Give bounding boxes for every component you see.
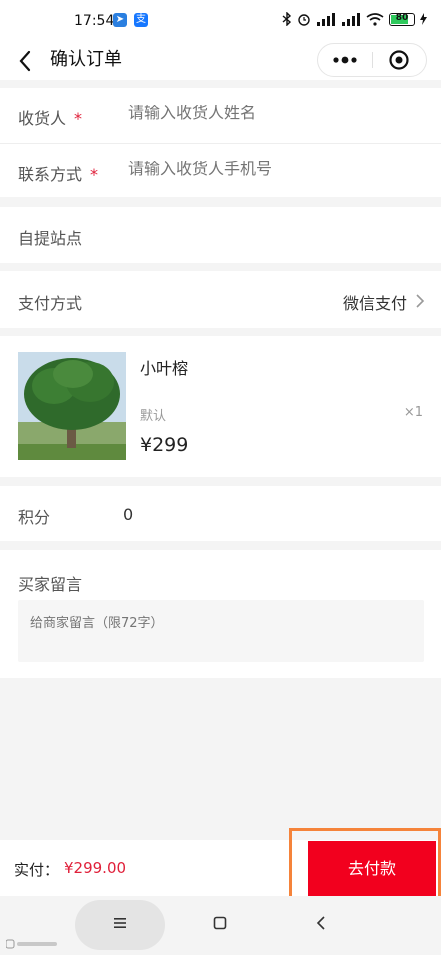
points-label: 积分 xyxy=(18,508,51,527)
battery-icon: 80 xyxy=(389,12,415,26)
wifi-icon xyxy=(366,12,384,26)
receiver-label: 收货人 * xyxy=(18,109,83,128)
total-label: 实付： xyxy=(14,861,60,879)
total-amount: ¥299.00 xyxy=(64,859,127,877)
status-time: 17:54 xyxy=(74,13,115,29)
payment-method-row[interactable]: 支付方式 微信支付 xyxy=(0,271,441,328)
contact-row: 联系方式 * xyxy=(0,143,441,199)
home-icon[interactable] xyxy=(213,916,227,930)
signal-icon-2 xyxy=(342,12,360,26)
status-bar: 17:54 ➤ 支 80 xyxy=(0,0,441,42)
miniprogram-capsule xyxy=(317,43,427,77)
signal-icon xyxy=(317,12,335,26)
product-quantity: ×1 xyxy=(403,405,423,420)
required-mark: * xyxy=(90,165,99,184)
alipay-notification-icon: 支 xyxy=(134,13,148,27)
battery-level: 80 xyxy=(395,12,409,23)
status-icons: 80 xyxy=(282,12,427,26)
charging-icon xyxy=(420,13,427,25)
product-spec: 默认 xyxy=(140,409,167,424)
alarm-icon xyxy=(298,14,310,26)
chevron-right-icon xyxy=(416,294,425,308)
nav-bar: 确认订单 xyxy=(0,42,441,80)
receiver-section: 收货人* 联系方式* xyxy=(0,88,441,197)
product-name: 小叶榕 xyxy=(140,359,189,378)
contact-phone-input[interactable] xyxy=(128,161,418,179)
menu-icon[interactable] xyxy=(113,917,127,929)
back-nav-icon[interactable] xyxy=(316,916,326,930)
receiver-name-input[interactable] xyxy=(128,105,418,123)
product-price: ¥299 xyxy=(140,434,189,456)
required-mark: * xyxy=(74,109,83,128)
product-image[interactable] xyxy=(18,352,126,460)
pay-button[interactable]: 去付款 xyxy=(308,841,436,897)
bluetooth-icon xyxy=(282,12,292,26)
pickup-station-row[interactable]: 自提站点 xyxy=(0,207,441,263)
payment-method-label: 支付方式 xyxy=(18,294,83,313)
pickup-station-label: 自提站点 xyxy=(18,229,83,248)
points-row: 积分 0 xyxy=(0,486,441,541)
app-notification-icon: ➤ xyxy=(113,13,127,27)
contact-label: 联系方式 * xyxy=(18,165,99,184)
close-miniprogram-icon[interactable] xyxy=(372,44,426,76)
more-icon[interactable] xyxy=(318,44,372,76)
receiver-row: 收货人 * xyxy=(0,88,441,144)
buyer-message-input[interactable] xyxy=(18,600,424,662)
buyer-message-label: 买家留言 xyxy=(18,575,83,594)
back-arrow-icon[interactable] xyxy=(16,48,36,74)
payment-method-value: 微信支付 xyxy=(342,294,407,313)
watermark-logo xyxy=(6,939,57,949)
system-nav-bar xyxy=(0,896,441,955)
points-value: 0 xyxy=(123,505,134,524)
page-title: 确认订单 xyxy=(50,49,122,70)
